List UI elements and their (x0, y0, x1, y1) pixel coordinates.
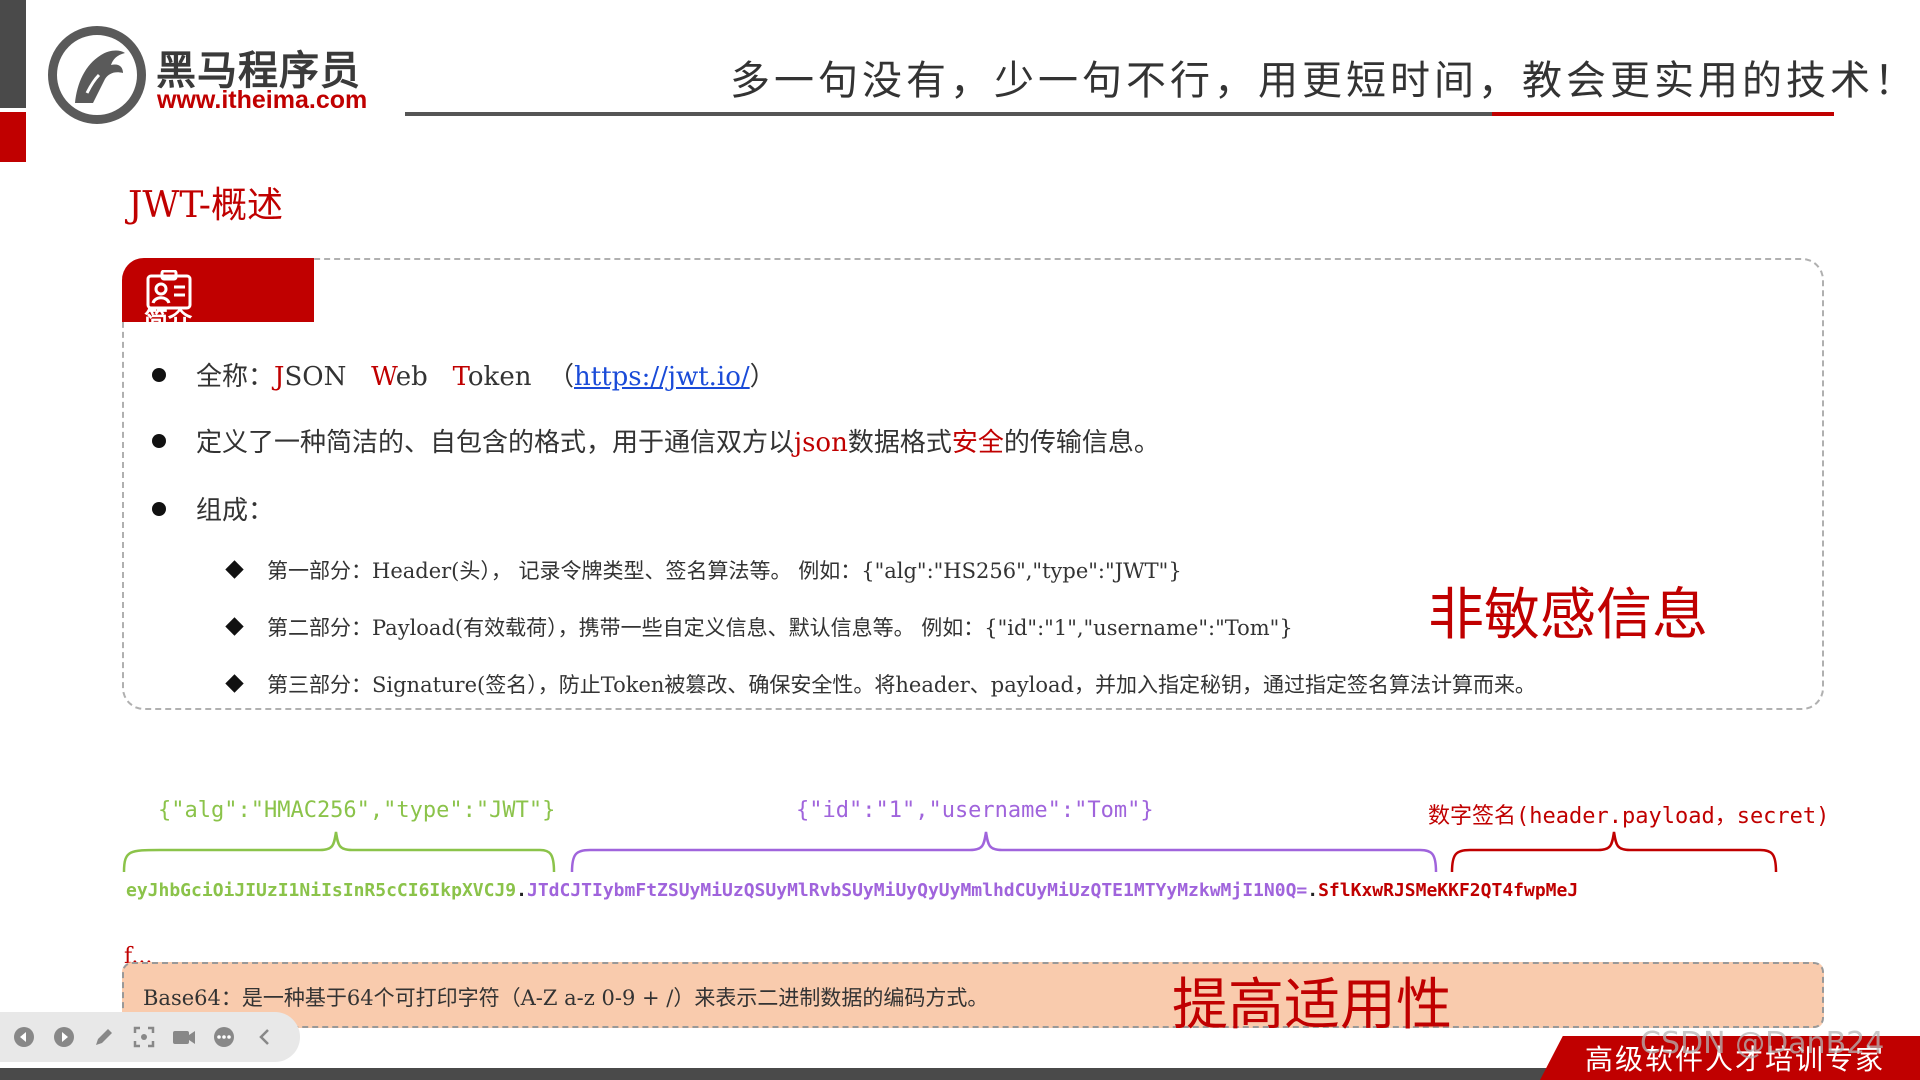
jwt-io-link[interactable]: https://jwt.io/ (574, 362, 750, 392)
pen-icon[interactable] (92, 1025, 116, 1049)
header-rule-accent (1492, 112, 1834, 116)
token-signature-part: SflKxwRJSMeKKF2QT4fwpMeJ (1318, 880, 1579, 901)
diamond-bullet-icon (225, 674, 244, 693)
zoom-icon[interactable] (132, 1025, 156, 1049)
signature-brace (1450, 831, 1778, 873)
base64-description: Base64：是一种基于64个可打印字符（A-Z a-z 0-9 + /）来表示… (143, 986, 989, 1010)
token-braces (122, 831, 1778, 873)
header-rule (405, 112, 1495, 116)
token-payload-part: JTdCJTIybmFtZSUyMiUzQSUyMlRvbSUyMiUyQyUy… (526, 880, 1308, 901)
slideshow-toolbar (0, 1012, 300, 1062)
base64-highlight: 提高适用性 (1172, 973, 1452, 1038)
intro-tab-label: 简介 (144, 306, 192, 322)
logo-horse-icon (48, 26, 146, 124)
non-sensitive-label: 非敏感信息 (1428, 583, 1708, 648)
header-brace (122, 831, 556, 873)
watermark: CSDN @DanB24 (1640, 1026, 1885, 1061)
more-icon[interactable] (212, 1025, 236, 1049)
slogan: 多一句没有，少一句不行，用更短时间，教会更实用的技术！ (730, 58, 1918, 104)
payload-brace (570, 831, 1438, 873)
token-header-part: eyJhbGciOiJIUzI1NiIsInR5cCI6IkpXVCJ9 (126, 880, 517, 901)
edge-accent-dark (0, 0, 26, 108)
part-signature: 第三部分：Signature(签名），防止Token被篡改、确保安全性。将hea… (225, 669, 1536, 699)
edge-accent-red (0, 112, 26, 162)
logo-url: www.itheima.com (157, 86, 368, 114)
bullet-dot (152, 368, 166, 382)
header-json-label: {"alg":"HMAC256","type":"JWT"} (158, 798, 556, 823)
page-title: JWT-概述 (128, 185, 283, 226)
diamond-bullet-icon (225, 560, 244, 579)
collapse-icon[interactable] (252, 1025, 276, 1049)
bullet-definition: 定义了一种简洁的、自包含的格式，用于通信双方以json数据格式安全的传输信息。 (152, 422, 1160, 459)
bullet-fullname: 全称：JSON Web Token （https://jwt.io/） (152, 356, 776, 393)
payload-json-label: {"id":"1","username":"Tom"} (796, 798, 1154, 823)
jwt-token: eyJhbGciOiJIUzI1NiIsInR5cCI6IkpXVCJ9.JTd… (126, 880, 1579, 901)
next-icon[interactable] (52, 1025, 76, 1049)
diamond-bullet-icon (225, 617, 244, 636)
camera-icon[interactable] (172, 1025, 196, 1049)
bullet-dot (152, 502, 166, 516)
bullet-composition: 组成： (152, 490, 274, 527)
bullet-dot (152, 434, 166, 448)
intro-tab: 简介 (122, 258, 314, 322)
part-header: 第一部分：Header(头）， 记录令牌类型、签名算法等。 例如：{"alg":… (225, 555, 1182, 585)
part-payload: 第二部分：Payload(有效载荷），携带一些自定义信息、默认信息等。 例如：{… (225, 612, 1293, 642)
prev-icon[interactable] (12, 1025, 36, 1049)
